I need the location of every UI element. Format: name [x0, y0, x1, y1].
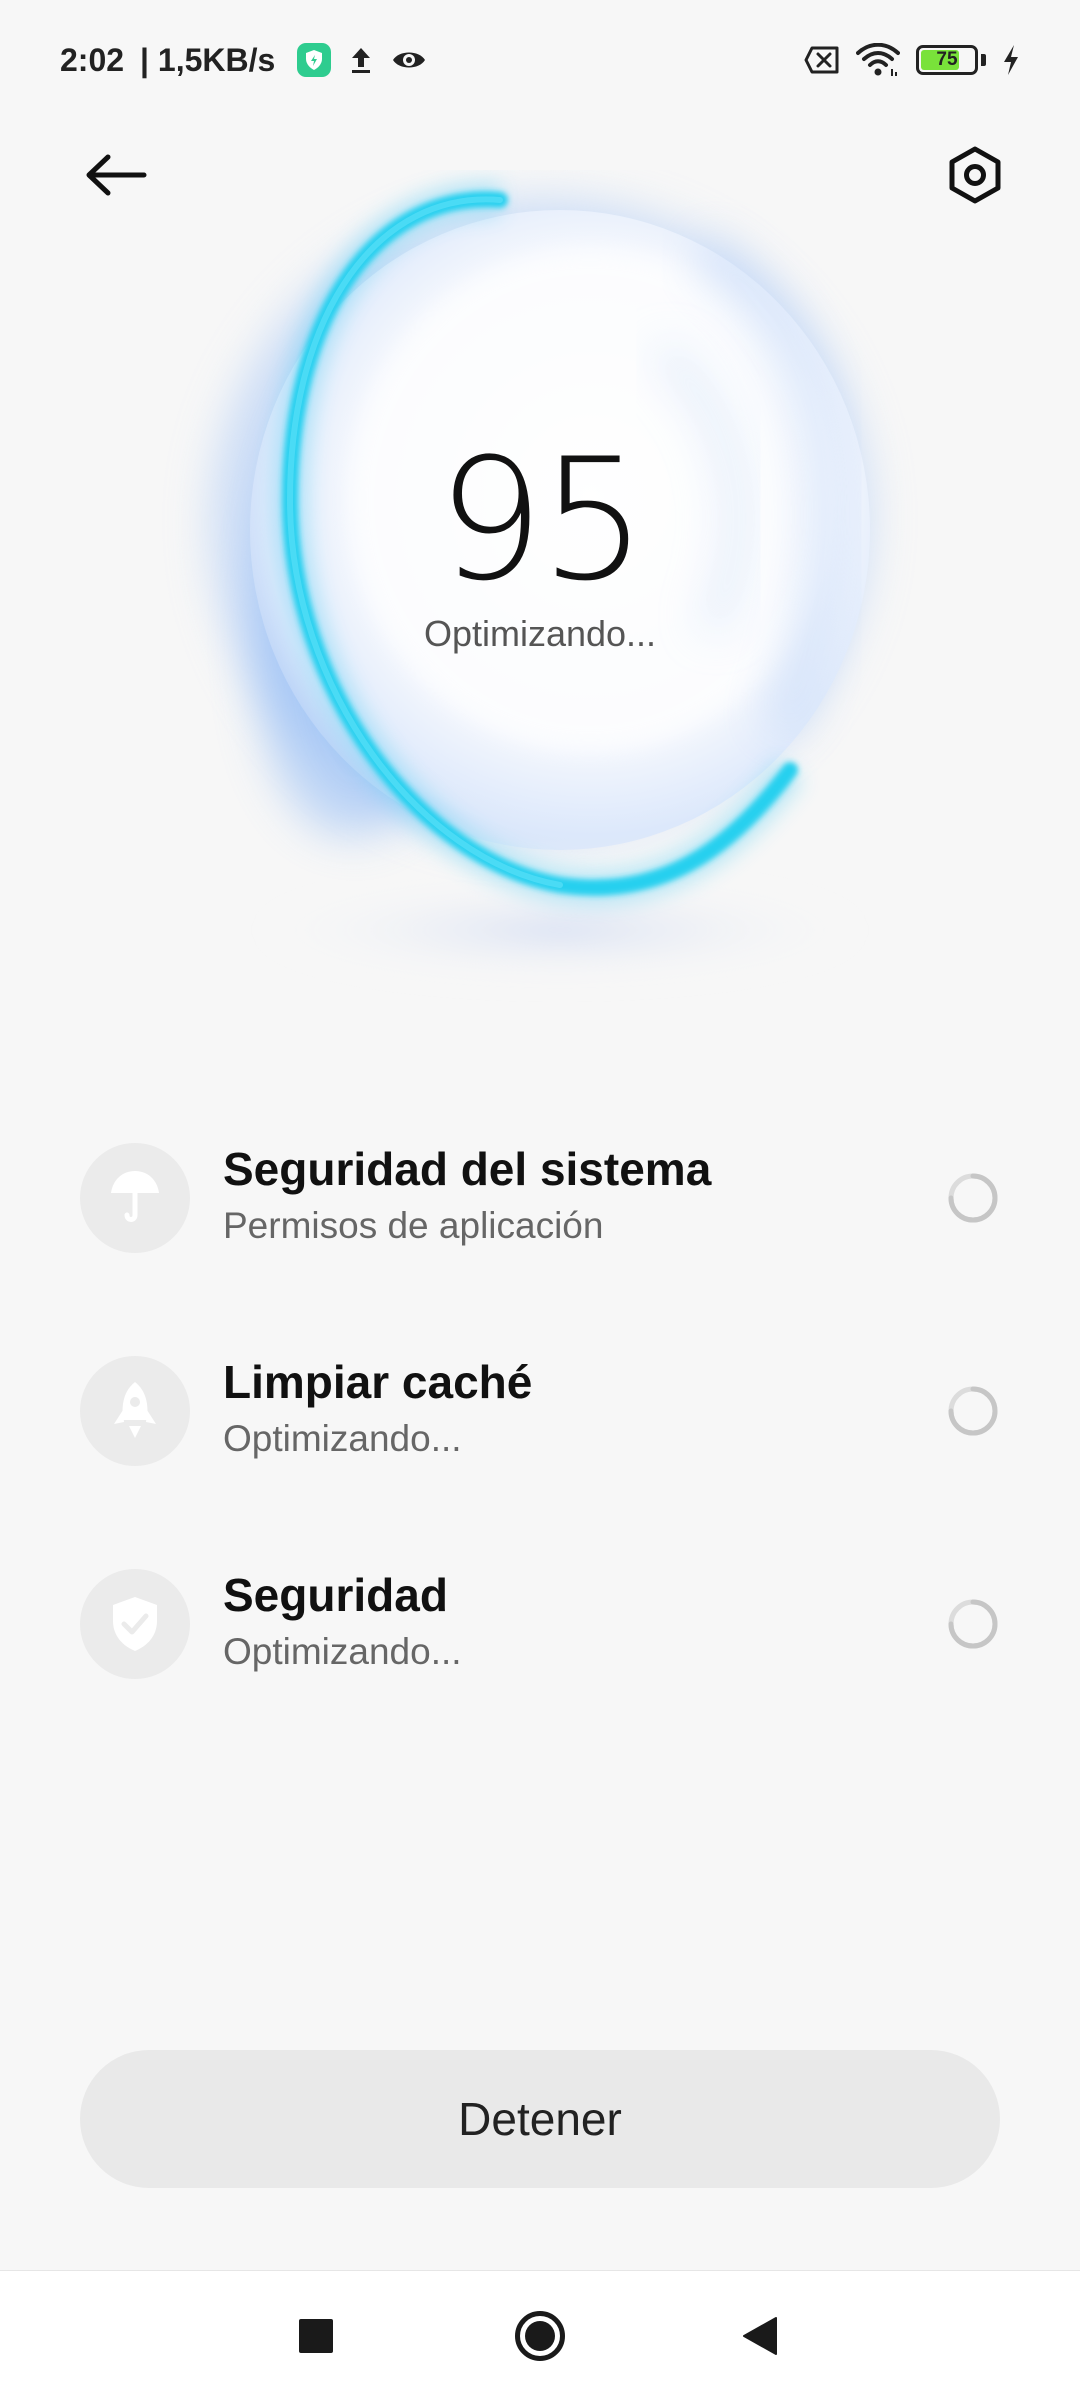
upload-icon	[347, 45, 375, 75]
task-subtitle: Optimizando...	[223, 1418, 462, 1460]
recents-square-icon	[299, 2319, 333, 2353]
score-status: Optimizando...	[423, 613, 657, 654]
system-back-button[interactable]	[725, 2301, 795, 2371]
status-bar-right: 75	[804, 43, 1020, 77]
loading-spinner-icon	[948, 1599, 998, 1649]
task-subtitle: Optimizando...	[223, 1631, 462, 1673]
loading-spinner-icon	[948, 1386, 998, 1436]
status-bar: 2:02 | 1,5KB/s 75	[0, 0, 1080, 120]
navigation-bar	[0, 2270, 1080, 2400]
task-item-system-security: Seguridad del sistema Permisos de aplica…	[80, 1130, 1000, 1343]
task-item-security: Seguridad Optimizando...	[80, 1556, 1000, 1769]
shield-check-icon	[80, 1569, 190, 1679]
status-time: 2:02	[60, 41, 125, 78]
wifi-icon	[856, 43, 900, 77]
battery-icon: 75	[916, 45, 978, 75]
shield-app-icon	[297, 43, 332, 77]
task-subtitle: Permisos de aplicación	[223, 1205, 604, 1247]
rocket-icon	[80, 1356, 190, 1466]
home-circle-icon	[515, 2311, 565, 2361]
task-title: Seguridad del sistema	[223, 1143, 712, 1195]
battery-cap	[981, 54, 986, 66]
task-text: Limpiar caché Optimizando...	[223, 1343, 1000, 1460]
recents-button[interactable]	[281, 2301, 351, 2371]
hexagon-settings-icon	[949, 146, 1001, 204]
status-network-speed: | 1,5KB/s	[140, 41, 276, 78]
stop-button[interactable]: Detener	[80, 2050, 1000, 2188]
task-text: Seguridad Optimizando...	[223, 1556, 1000, 1673]
charging-bolt-icon	[1002, 44, 1020, 76]
loading-spinner-icon	[948, 1173, 998, 1223]
score-value: 95	[437, 422, 647, 618]
task-title: Limpiar caché	[223, 1356, 533, 1408]
back-triangle-icon	[743, 2317, 777, 2355]
task-title: Seguridad	[223, 1569, 448, 1621]
umbrella-icon	[80, 1143, 190, 1253]
arrow-left-icon	[86, 154, 147, 196]
task-list: Seguridad del sistema Permisos de aplica…	[80, 1130, 1000, 1769]
sim-off-icon	[804, 45, 840, 75]
battery-level: 75	[936, 49, 958, 70]
eye-icon	[391, 46, 427, 74]
home-button[interactable]	[505, 2301, 575, 2371]
settings-button[interactable]	[940, 140, 1010, 210]
task-item-clear-cache: Limpiar caché Optimizando...	[80, 1343, 1000, 1556]
score-orb: 95 Optimizando...	[140, 170, 940, 1040]
task-text: Seguridad del sistema Permisos de aplica…	[223, 1130, 1000, 1247]
status-bar-left: 2:02 | 1,5KB/s	[60, 42, 427, 79]
